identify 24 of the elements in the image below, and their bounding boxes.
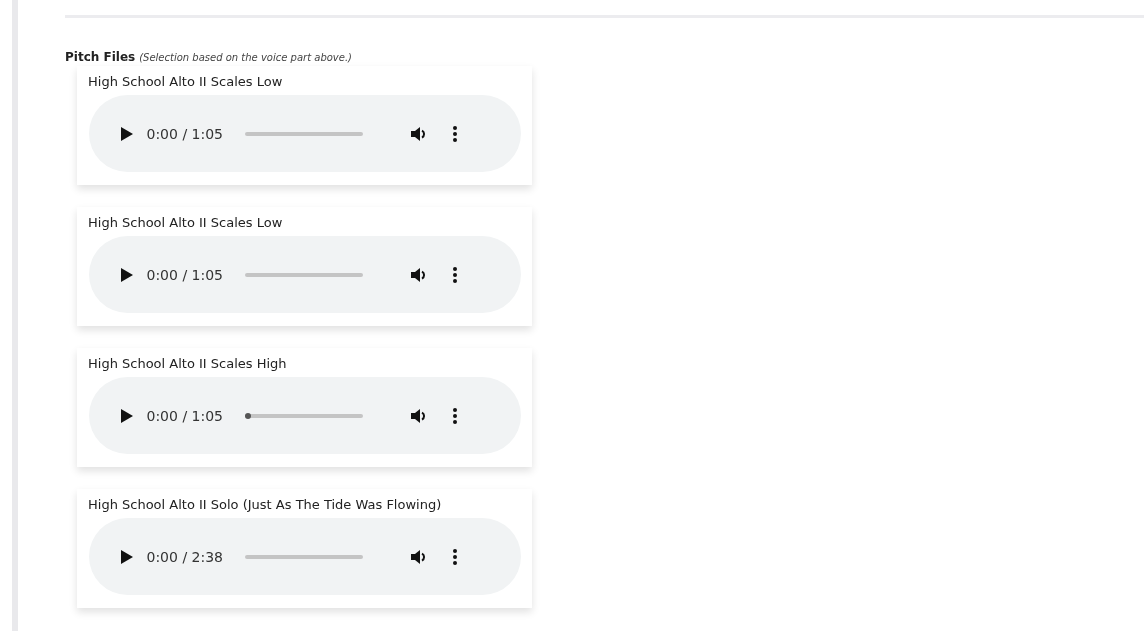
audio-player[interactable]: 0:00 / 1:05 — [88, 236, 521, 313]
section-note: (Selection based on the voice part above.) — [139, 52, 352, 63]
more-options-icon[interactable] — [453, 407, 457, 424]
audio-title: High School Alto II Solo (Just As The Tide Was Flowing) — [88, 497, 442, 512]
play-icon[interactable] — [120, 126, 133, 141]
audio-player[interactable]: 0:00 / 1:05 — [88, 95, 521, 172]
play-icon[interactable] — [120, 549, 133, 564]
audio-player[interactable]: 0:00 / 1:05 — [88, 377, 521, 454]
section-title: Pitch Files — [65, 50, 136, 64]
audio-title: High School Alto II Scales High — [88, 356, 287, 371]
play-icon[interactable] — [120, 267, 133, 282]
time-display: 0:00 / 1:05 — [146, 266, 223, 283]
audio-player[interactable]: 0:00 / 2:38 — [88, 518, 521, 595]
seek-bar[interactable] — [245, 413, 363, 418]
more-options-icon[interactable] — [453, 266, 457, 283]
play-icon[interactable] — [120, 408, 133, 423]
more-options-icon[interactable] — [453, 125, 457, 142]
seek-thumb[interactable] — [245, 412, 251, 419]
more-options-icon[interactable] — [453, 548, 457, 565]
audio-title: High School Alto II Scales Low — [88, 74, 283, 89]
audio-title: High School Alto II Scales Low — [88, 215, 283, 230]
time-display: 0:00 / 1:05 — [146, 125, 223, 142]
time-display: 0:00 / 1:05 — [146, 407, 223, 424]
time-display: 0:00 / 2:38 — [146, 548, 223, 565]
